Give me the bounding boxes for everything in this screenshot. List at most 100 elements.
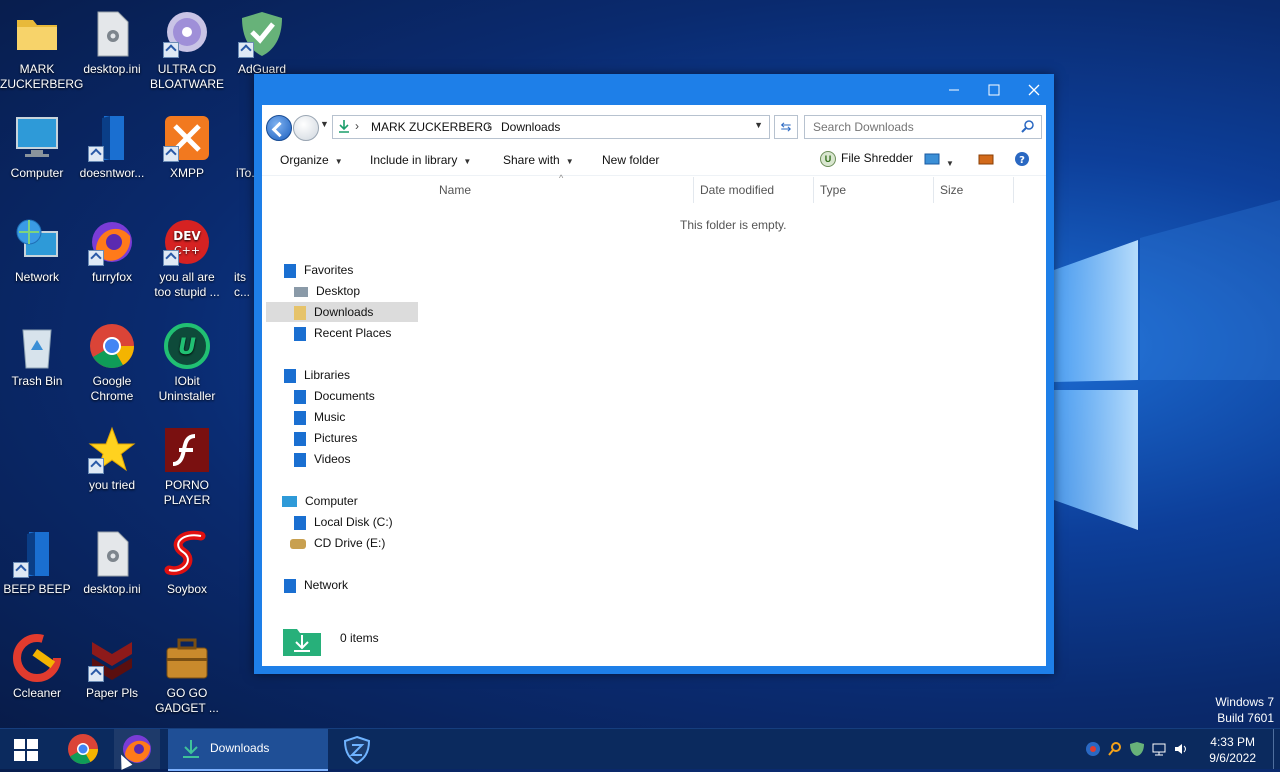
search-icon — [1021, 120, 1034, 133]
desktop-icon-its[interactable]: its c... — [225, 218, 255, 300]
desktop-icon-porno-player[interactable]: PORNO PLAYER — [150, 426, 224, 508]
desktop-icon-adguard[interactable]: AdGuard — [225, 10, 299, 77]
column-header-name[interactable]: Name — [439, 183, 471, 197]
show-desktop-button[interactable] — [1273, 729, 1280, 769]
desktop-icon-ito[interactable]: iTo... — [225, 114, 255, 181]
share-with-menu[interactable]: Share with ▼ — [503, 153, 574, 167]
desktop-icon-ccleaner[interactable]: Ccleaner — [0, 634, 74, 701]
nav-pictures[interactable]: Pictures — [294, 428, 357, 448]
nav-favorites[interactable]: Favorites — [284, 260, 353, 280]
search-tray-icon[interactable] — [1107, 741, 1123, 757]
nav-music[interactable]: Music — [294, 407, 345, 427]
antivirus-tray-icon[interactable] — [1085, 741, 1101, 757]
desktop-icon-soybox[interactable]: Soybox — [150, 530, 224, 597]
network-tray-icon[interactable] — [1151, 741, 1167, 757]
title-bar[interactable] — [254, 74, 1054, 105]
nav-computer[interactable]: Computer — [282, 491, 358, 511]
nav-videos[interactable]: Videos — [294, 449, 350, 469]
star-icon — [88, 426, 136, 474]
desktop-icon-network[interactable]: Network — [0, 218, 74, 285]
file-icon — [13, 530, 61, 578]
column-divider[interactable] — [1013, 177, 1014, 203]
desktop-icon-doesntwor[interactable]: doesntwor... — [75, 114, 149, 181]
include-in-library-label: Include in library — [370, 153, 458, 167]
address-dropdown-icon[interactable]: ▼ — [754, 120, 763, 130]
preview-pane-button[interactable] — [978, 152, 994, 169]
nav-recent-places[interactable]: Recent Places — [294, 323, 391, 343]
breadcrumb-downloads[interactable]: Downloads — [501, 120, 560, 134]
desktop-icon-label: furryfox — [91, 270, 132, 284]
help-button[interactable]: ? — [1014, 151, 1030, 170]
breadcrumb-separator: › — [355, 119, 359, 133]
history-dropdown-icon[interactable]: ▼ — [320, 119, 329, 129]
column-header-size[interactable]: Size — [940, 183, 963, 197]
desktop-icon-iobit[interactable]: U IObit Uninstaller — [150, 322, 224, 404]
desktop-icon-label: Google Chrome — [90, 374, 134, 403]
desktop-icon-computer[interactable]: Computer — [0, 114, 74, 181]
file-shredder-button[interactable]: U File Shredder — [820, 151, 913, 167]
nav-cd-drive[interactable]: CD Drive (E:) — [290, 533, 385, 553]
desktop-icon-devcpp[interactable]: DEV C++ you all are too stupid ... — [150, 218, 224, 300]
forward-button[interactable] — [293, 115, 319, 141]
desktop-icon-desktop-ini-2[interactable]: desktop.ini — [75, 530, 149, 597]
organize-label: Organize — [280, 153, 329, 167]
maximize-button[interactable] — [984, 80, 1004, 100]
taskbar-chrome[interactable] — [60, 729, 106, 769]
nav-libraries[interactable]: Libraries — [284, 365, 350, 385]
desktop-icon-beep-beep[interactable]: BEEP BEEP — [0, 530, 74, 597]
network-globe-icon — [13, 218, 61, 266]
taskbar-task-downloads[interactable]: Downloads — [168, 729, 328, 771]
desktop-icon-desktop-ini[interactable]: desktop.ini — [75, 10, 149, 77]
volume-tray-icon[interactable] — [1173, 741, 1189, 757]
taskbar-security-app[interactable] — [334, 729, 380, 769]
clock-date: 9/6/2022 — [1209, 751, 1256, 765]
column-header-date-modified[interactable]: Date modified — [700, 183, 774, 197]
new-folder-button[interactable]: New folder — [602, 153, 659, 167]
column-divider[interactable] — [693, 177, 694, 203]
desktop-icon-xmpp[interactable]: XMPP — [150, 114, 224, 181]
address-bar[interactable]: › MARK ZUCKERBERG › Downloads ▼ — [332, 115, 770, 139]
breadcrumb-mark-zuckerberg[interactable]: MARK ZUCKERBERG — [371, 120, 492, 134]
nav-desktop[interactable]: Desktop — [294, 281, 360, 301]
clock[interactable]: 4:33 PM 9/6/2022 — [1209, 734, 1256, 766]
soybox-icon — [163, 530, 211, 578]
watermark-os-name: Windows 7 — [1215, 695, 1274, 709]
back-button[interactable] — [266, 115, 292, 141]
desktop-icon-you-tried[interactable]: you tried — [75, 426, 149, 493]
search-input[interactable] — [805, 116, 1015, 138]
refresh-button[interactable]: ⇆ — [774, 115, 798, 139]
column-header-type[interactable]: Type — [820, 183, 846, 197]
column-divider[interactable] — [813, 177, 814, 203]
desktop-icon-trash-bin[interactable]: Trash Bin — [0, 322, 74, 389]
start-button[interactable] — [14, 739, 38, 761]
breadcrumb-separator: › — [487, 119, 491, 133]
desktop-icon-paper-pls[interactable]: Paper Pls — [75, 634, 149, 701]
close-button[interactable] — [1024, 80, 1044, 100]
desktop-icon-ultra-cd[interactable]: ULTRA CD BLOATWARE — [150, 10, 224, 92]
adguard-tray-icon[interactable] — [1129, 741, 1145, 757]
nav-network[interactable]: Network — [284, 575, 348, 595]
downloads-arrow-icon — [339, 120, 349, 133]
refresh-icon: ⇆ — [780, 119, 792, 134]
desktop-icon-label: GO GO GADGET ... — [155, 686, 219, 715]
organize-menu[interactable]: Organize ▼ — [280, 153, 343, 167]
column-divider[interactable] — [933, 177, 934, 203]
desktop-icon-mark-zuckerberg[interactable]: MARK ZUCKERBERG — [0, 10, 84, 92]
view-options-button[interactable]: ▼ — [924, 152, 954, 169]
file-shredder-icon: U — [820, 151, 836, 167]
desktop-icon-label: MARK ZUCKERBERG — [0, 62, 84, 91]
nav-downloads[interactable]: Downloads — [266, 302, 418, 322]
explorer-window[interactable]: ▼ › MARK ZUCKERBERG › Downloads ▼ ⇆ Orga… — [254, 74, 1054, 674]
desktop-icon-furryfox[interactable]: furryfox — [75, 218, 149, 285]
desktop-icon-label: BEEP BEEP — [3, 582, 71, 596]
include-in-library-menu[interactable]: Include in library ▼ — [370, 153, 471, 167]
desktop-icon-go-go-gadget[interactable]: GO GO GADGET ... — [150, 634, 224, 716]
xampp-icon — [163, 114, 211, 162]
downloads-arrow-icon — [183, 740, 199, 758]
minimize-button[interactable] — [944, 80, 964, 100]
search-box[interactable] — [804, 115, 1042, 139]
shield-icon — [343, 735, 371, 765]
nav-documents[interactable]: Documents — [294, 386, 375, 406]
nav-local-disk[interactable]: Local Disk (C:) — [294, 512, 393, 532]
desktop-icon-google-chrome[interactable]: Google Chrome — [75, 322, 149, 404]
